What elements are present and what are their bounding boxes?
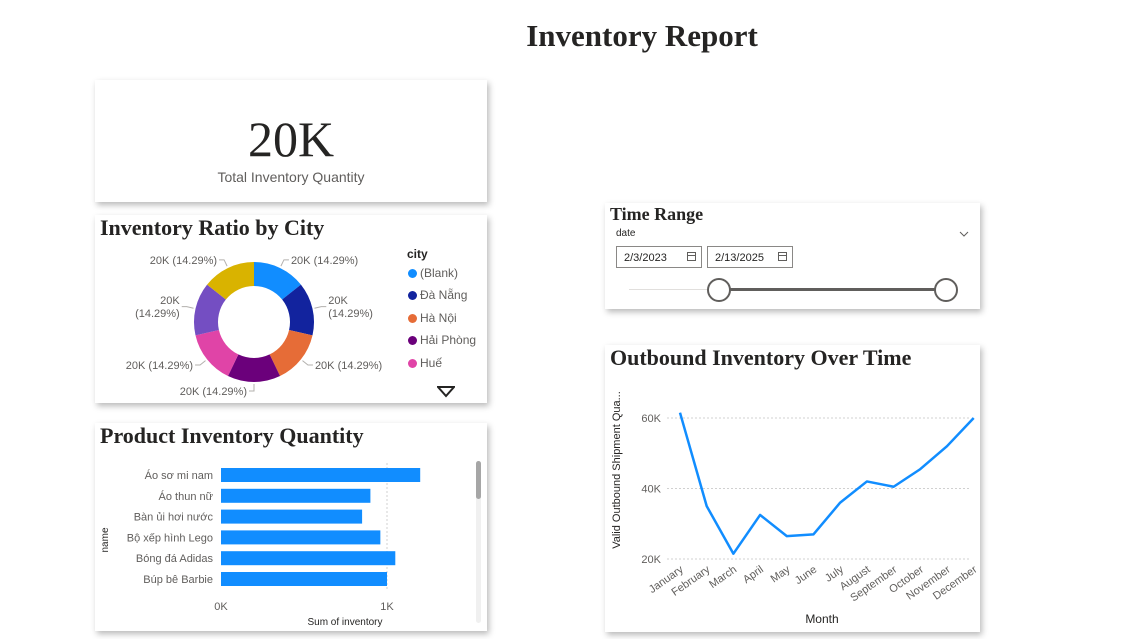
donut-data-label: 20K bbox=[328, 295, 348, 307]
bar[interactable] bbox=[221, 509, 363, 524]
bar[interactable] bbox=[221, 530, 381, 545]
bar[interactable] bbox=[221, 551, 396, 566]
y-axis-label: name bbox=[100, 527, 111, 552]
bar-scrollbar[interactable] bbox=[476, 461, 481, 623]
date-field-label: date bbox=[616, 228, 636, 239]
leader-line bbox=[181, 306, 194, 309]
range-slider-end-handle[interactable] bbox=[934, 278, 958, 302]
legend-dot bbox=[408, 269, 417, 278]
chevron-down-icon[interactable] bbox=[959, 230, 969, 238]
kpi-value: 20K bbox=[247, 111, 335, 167]
legend-item-blank[interactable]: (Blank) bbox=[408, 266, 458, 280]
range-slider-selected bbox=[718, 288, 946, 291]
x-tick-label: June bbox=[793, 564, 819, 588]
range-slider-start-handle[interactable] bbox=[707, 278, 731, 302]
bar-category-label: Bàn ủi hơi nước bbox=[134, 512, 214, 524]
legend-dot bbox=[408, 291, 417, 300]
y-tick-label: 60K bbox=[641, 413, 661, 425]
kpi-card[interactable]: 20K Total Inventory Quantity bbox=[95, 80, 487, 202]
y-axis-label: Valid Outbound Shipment Qua... bbox=[611, 391, 623, 549]
donut-data-label: 20K (14.29%) bbox=[150, 255, 217, 267]
x-axis-label: Month bbox=[805, 612, 838, 626]
kpi-label: Total Inventory Quantity bbox=[217, 169, 365, 185]
x-tick-label: 1K bbox=[380, 601, 394, 613]
bar[interactable] bbox=[221, 572, 387, 586]
time-range-title: Time Range bbox=[610, 204, 704, 224]
end-date-input[interactable]: 2/13/2025 bbox=[707, 246, 793, 268]
leader-line bbox=[302, 360, 313, 366]
bar-category-label: Búp bê Barbie bbox=[143, 574, 213, 586]
y-tick-label: 40K bbox=[641, 484, 661, 496]
donut-data-label: 20K (14.29%) bbox=[180, 386, 247, 398]
x-axis-label: Sum of inventory bbox=[307, 617, 382, 628]
donut-chart[interactable]: 20K (14.29%)20K(14.29%)20K (14.29%)20K (… bbox=[95, 215, 395, 403]
legend-item-ha-noi[interactable]: Hà Nội bbox=[408, 311, 457, 325]
bar-category-label: Bộ xếp hình Lego bbox=[127, 532, 213, 544]
bar-chart[interactable]: Áo sơ mi nam Áo thun nữ Bàn ủi hơi nước Bộ … bbox=[95, 423, 487, 631]
start-date-input[interactable]: 2/3/2023 bbox=[616, 246, 702, 268]
outbound-line-card[interactable]: Outbound Inventory Over Time 60K 40K 20K Ja… bbox=[605, 345, 980, 632]
leader-line bbox=[195, 360, 206, 366]
y-tick-label: 20K bbox=[641, 554, 661, 566]
legend-dot bbox=[408, 314, 417, 323]
leader-line bbox=[219, 259, 228, 267]
line-chart[interactable]: 60K40K20KJanuaryFebruaryMarch April May Jun… bbox=[605, 345, 980, 632]
triangle-down-icon[interactable] bbox=[437, 386, 455, 398]
donut-data-label: (14.29%) bbox=[328, 308, 373, 320]
calendar-icon[interactable] bbox=[778, 252, 787, 261]
legend-dot bbox=[408, 336, 417, 345]
leader-line bbox=[249, 384, 255, 392]
leader-line bbox=[314, 306, 327, 309]
x-tick-label: May bbox=[769, 563, 793, 585]
donut-data-label: 20K bbox=[160, 295, 180, 307]
donut-data-label: (14.29%) bbox=[135, 308, 180, 320]
legend-item-hue[interactable]: Huế bbox=[408, 356, 442, 370]
time-range-card[interactable]: Time Range date 2/3/2023 2/13/2025 bbox=[605, 203, 980, 309]
leader-line bbox=[280, 259, 289, 267]
legend-item-da-nang[interactable]: Đà Nẵng bbox=[408, 288, 467, 302]
legend-item-hai-phong[interactable]: Hải Phòng bbox=[408, 333, 476, 347]
donut-data-label: 20K (14.29%) bbox=[291, 255, 358, 267]
bar-category-label: Áo sơ mi nam bbox=[145, 469, 213, 482]
bar[interactable] bbox=[221, 488, 371, 503]
legend-title: city bbox=[407, 247, 428, 261]
donut-data-label: 20K (14.29%) bbox=[126, 360, 193, 372]
donut-data-label: 20K (14.29%) bbox=[315, 360, 382, 372]
bar-category-label: Áo thun nữ bbox=[159, 490, 214, 503]
line-series[interactable] bbox=[678, 412, 975, 555]
product-bar-card[interactable]: Product Inventory Quantity Áo sơ mi nam Á… bbox=[95, 423, 487, 631]
x-tick-label: March bbox=[707, 564, 739, 591]
city-donut-card[interactable]: Inventory Ratio by City 20K (14.29%) 20K(… bbox=[95, 215, 487, 403]
legend-dot bbox=[408, 359, 417, 368]
page-title: Inventory Report bbox=[526, 18, 758, 53]
x-tick-label: 0K bbox=[214, 601, 228, 613]
calendar-icon[interactable] bbox=[687, 252, 696, 261]
bar-scrollbar-thumb[interactable] bbox=[476, 461, 481, 499]
bar-category-label: Bóng đá Adidas bbox=[136, 553, 214, 565]
bar[interactable] bbox=[221, 468, 421, 482]
x-tick-label: April bbox=[741, 564, 766, 586]
